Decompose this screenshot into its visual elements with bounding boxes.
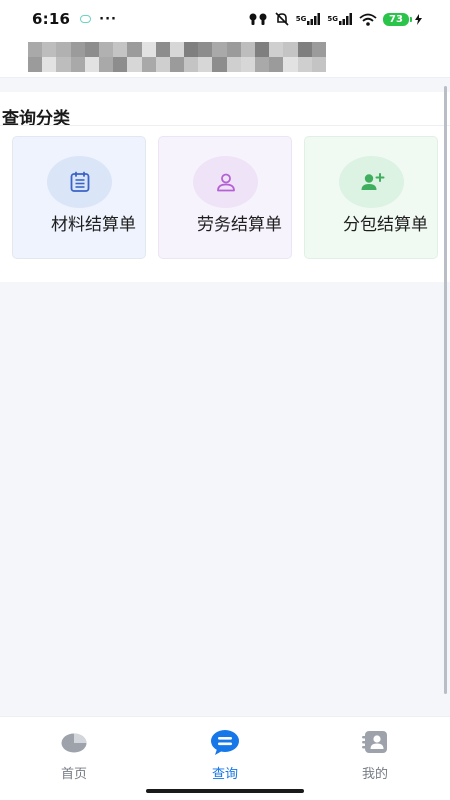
signal-2-label: 5G [327,15,338,23]
nav-label: 我的 [361,767,388,782]
mosaic-tile [70,42,85,57]
card-label: 劳务结算单 [197,215,282,235]
home-indicator[interactable] [146,789,304,793]
signal-1-label: 5G [295,15,307,23]
mosaic-tile [184,57,199,72]
add-person-icon [361,173,384,190]
status-more-dots: ··· [99,11,117,27]
mosaic-tile [311,57,326,72]
status-time: 6:16 [32,10,71,28]
mosaic-tile [141,57,156,72]
redacted-title [28,42,326,72]
contact-book-icon [358,727,392,757]
card-label: 材料结算单 [51,215,136,235]
mosaic-tile [56,42,71,57]
mosaic-tile [311,42,326,57]
mosaic-tile [42,57,57,72]
chat-query-icon [208,727,242,757]
icon-circle [47,156,112,208]
mosaic-tile [155,57,170,72]
mosaic-tile [28,42,43,57]
document-list-icon [70,171,89,192]
mosaic-tile [169,42,185,57]
nav-item-query[interactable]: 查询 [185,727,265,782]
mosaic-tile [113,42,128,57]
mosaic-tile [255,57,270,72]
card-material-settlement[interactable]: 材料结算单 [12,136,146,259]
mosaic-tile [198,42,213,57]
mosaic-tile [297,42,312,57]
status-bar: 6:16 ··· 5G 5G 73 [0,0,450,38]
bottom-nav: 首页 查询 我的 [0,716,450,800]
person-icon [216,173,235,192]
nav-label: 首页 [60,767,87,782]
mosaic-tile [269,57,284,72]
card-label: 分包结算单 [343,215,428,235]
mosaic-tile [297,57,312,72]
mosaic-tile [283,42,298,57]
mosaic-tile [141,42,156,57]
mosaic-tile [184,42,199,57]
signal-1-icon [307,13,321,25]
wifi-icon [359,13,377,26]
mosaic-tile [240,57,256,72]
mosaic-tile [113,57,128,72]
signal-2-icon [339,13,352,25]
mosaic-tile [226,57,241,72]
card-labor-settlement[interactable]: 劳务结算单 [158,136,292,259]
mosaic-tile [198,57,213,72]
mosaic-tile [226,42,241,57]
mosaic-tile [283,57,298,72]
mute-bell-icon [275,12,289,26]
notification-capsule-icon [80,15,92,23]
mosaic-tile [98,57,114,72]
mosaic-tile [212,57,227,72]
page-header [0,38,450,78]
nav-label: 查询 [211,767,238,782]
mosaic-tile [255,42,270,57]
query-category-section: 查询分类 材料结算单 劳务结算单 分包结算单 [0,92,450,282]
section-divider [0,125,450,126]
home-pie-icon [57,727,91,757]
nav-item-home[interactable]: 首页 [34,727,114,782]
mosaic-tile [28,57,43,72]
mosaic-tile [269,42,284,57]
vertical-scrollbar[interactable] [444,86,447,694]
battery-level: 73 [383,12,412,26]
mosaic-tile [240,42,256,57]
mosaic-tile [84,57,99,72]
mosaic-tile [169,57,185,72]
card-subcontract-settlement[interactable]: 分包结算单 [304,136,438,259]
charging-bolt-icon [415,13,422,25]
icon-circle [339,156,404,208]
mosaic-tile [127,57,142,72]
status-icons: 5G 5G 73 [248,12,422,26]
mosaic-tile [70,57,85,72]
nav-item-mine[interactable]: 我的 [335,727,415,782]
earbuds-icon [249,13,267,25]
mosaic-tile [212,42,227,57]
mosaic-tile [127,42,142,57]
mosaic-tile [84,42,99,57]
app-screen: 6:16 ··· 5G 5G 73 查询分类 材料结算单 劳务结算单 分包结算单… [0,0,450,800]
mosaic-tile [98,42,114,57]
icon-circle [193,156,258,208]
mosaic-tile [155,42,170,57]
mosaic-tile [42,42,57,57]
mosaic-tile [56,57,71,72]
